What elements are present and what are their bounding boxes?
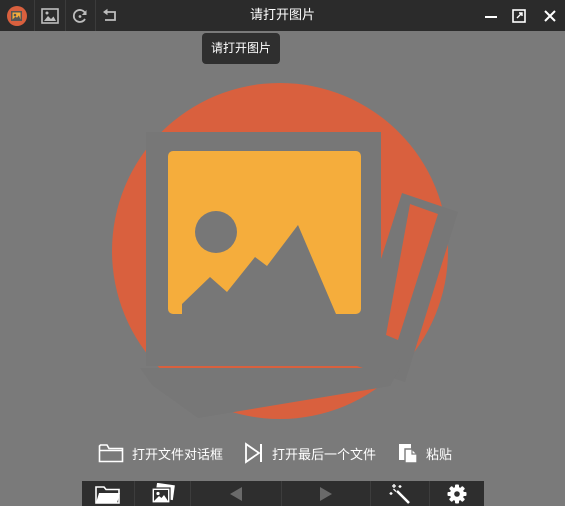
action-bar: 打开文件对话框 打开最后一个文件 粘贴 [0,438,565,468]
refresh-icon[interactable] [65,0,95,31]
folder-icon[interactable] [82,481,134,506]
app-logo-icon[interactable] [2,0,32,31]
bottom-toolbar [0,481,565,506]
magic-wand-icon[interactable] [371,481,429,506]
paste-icon [399,444,418,464]
undo-icon[interactable] [95,0,125,31]
skip-last-icon [245,442,262,464]
open-last-file-label: 打开最后一个文件 [272,447,377,463]
title-tooltip: 请打开图片 [202,33,280,64]
prev-arrow-icon[interactable] [191,481,281,506]
open-file-dialog-button[interactable]: 打开文件对话框 [98,438,223,468]
folder-open-icon [98,444,124,463]
close-icon[interactable] [535,0,565,31]
paste-label: 粘贴 [426,447,453,463]
next-arrow-icon[interactable] [282,481,370,506]
no-image-placeholder-illustration [112,83,458,419]
images-icon[interactable] [135,481,190,506]
settings-gear-icon[interactable] [430,481,484,506]
gallery-icon[interactable] [35,0,65,31]
open-file-dialog-label: 打开文件对话框 [132,447,224,463]
viewer-window: 请打开图片 请打开图片 打开文件对话框 打开最后一个文件 粘贴 [0,0,565,506]
paste-button[interactable]: 粘贴 [398,438,452,468]
sun-shape [195,211,237,253]
minimize-icon[interactable] [476,0,506,31]
restore-icon[interactable] [504,0,534,31]
title-bar: 请打开图片 [0,0,565,31]
open-last-file-button[interactable]: 打开最后一个文件 [244,438,376,468]
